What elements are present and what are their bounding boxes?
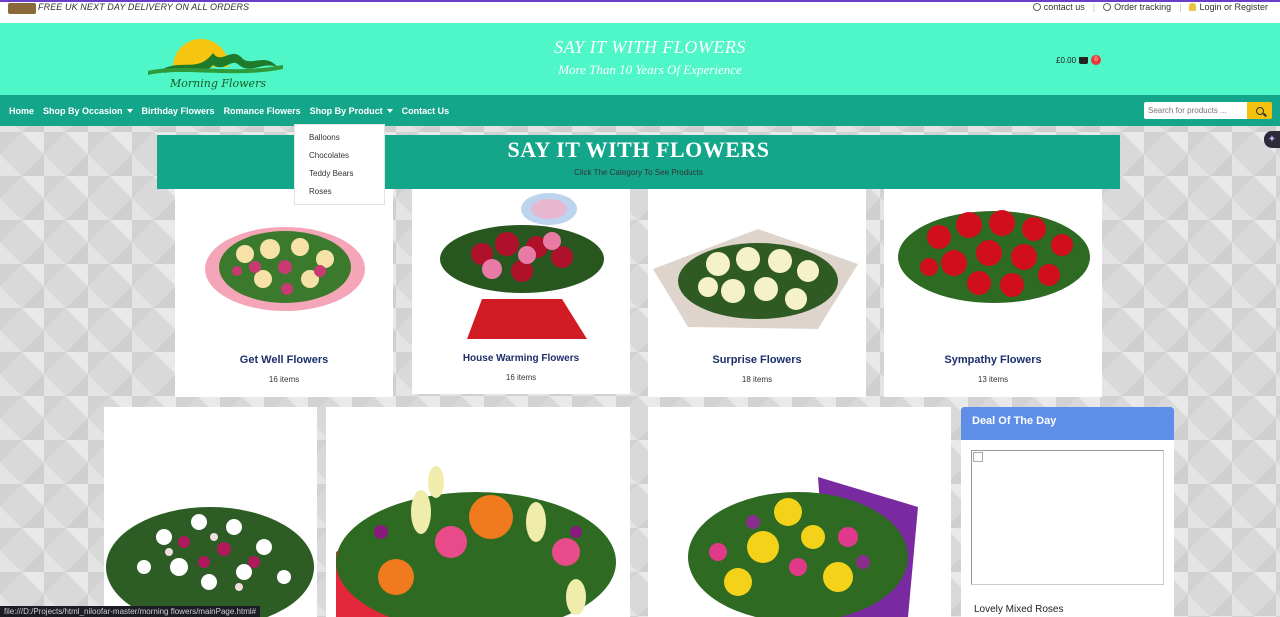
- chevron-down-icon: [386, 108, 393, 113]
- delivery-promo: FREE UK NEXT DAY DELIVERY ON ALL ORDERS: [38, 2, 250, 12]
- broken-image-icon: [973, 452, 983, 462]
- product-dropdown-menu: Balloons Chocolates Teddy Bears Roses: [294, 124, 385, 205]
- bouquet-image: [205, 227, 365, 311]
- login-link[interactable]: Login or Register: [1189, 2, 1268, 12]
- dropdown-item-roses[interactable]: Roses: [295, 186, 384, 204]
- product-image: [688, 477, 918, 617]
- category-card-house-warming[interactable]: House Warming Flowers 16 items: [412, 189, 630, 394]
- search-form: [1144, 102, 1272, 119]
- divider: |: [1179, 2, 1182, 12]
- category-name: House Warming Flowers: [462, 353, 580, 364]
- chevron-down-icon: [126, 108, 133, 113]
- product-image: [336, 466, 616, 617]
- nav-romance-flowers[interactable]: Romance Flowers: [224, 106, 301, 116]
- category-card-surprise[interactable]: Surprise Flowers 18 items: [648, 189, 866, 397]
- deal-product-image[interactable]: [971, 450, 1164, 585]
- deal-title: Deal Of The Day: [961, 407, 1174, 440]
- delivery-truck-icon: [8, 3, 36, 14]
- search-input[interactable]: [1144, 102, 1247, 119]
- contact-label: contact us: [1043, 2, 1085, 12]
- category-name: Get Well Flowers: [239, 354, 329, 366]
- bouquet-image: [440, 193, 604, 339]
- deal-of-the-day-panel: Deal Of The Day Lovely Mixed Roses: [961, 407, 1174, 617]
- nav-home[interactable]: Home: [9, 106, 34, 116]
- category-name: Sympathy Flowers: [944, 354, 1042, 366]
- category-count: 18 items: [741, 375, 773, 384]
- cart-count-badge: 0: [1091, 55, 1102, 65]
- nav-shop-by-occasion[interactable]: Shop By Occasion: [43, 106, 133, 116]
- nav-occasion-label: Shop By Occasion: [43, 105, 123, 116]
- slogan-subtitle: More Than 10 Years Of Experience: [558, 62, 742, 77]
- product-card[interactable]: [648, 407, 951, 617]
- logo-text: Morning Flowers: [170, 77, 266, 90]
- bouquet-image: [898, 210, 1090, 303]
- user-icon: [1189, 3, 1197, 11]
- browser-status-bar: file:///D:/Projects/html_niloofar-master…: [0, 606, 261, 617]
- deal-product-name[interactable]: Lovely Mixed Roses: [974, 604, 1063, 615]
- cart-icon: [1079, 56, 1089, 64]
- top-bar: FREE UK NEXT DAY DELIVERY ON ALL ORDERS …: [0, 2, 1280, 22]
- bouquet-image: [653, 229, 858, 329]
- main-navbar: Home Shop By Occasion Birthday Flowers R…: [0, 95, 1280, 126]
- category-count: 16 items: [268, 375, 300, 384]
- category-count: 16 items: [505, 373, 537, 382]
- category-count: 13 items: [977, 375, 1009, 384]
- nav-contact-us[interactable]: Contact Us: [402, 106, 450, 116]
- search-button[interactable]: [1247, 102, 1272, 119]
- tracking-label: Order tracking: [1114, 2, 1172, 12]
- dropdown-item-balloons[interactable]: Balloons: [295, 132, 384, 150]
- top-links: contact us | Order tracking | Login or R…: [1032, 2, 1268, 12]
- product-card[interactable]: [326, 407, 630, 617]
- cart-total: £0.00: [1056, 55, 1077, 65]
- category-name: Surprise Flowers: [712, 354, 802, 366]
- product-card[interactable]: [104, 407, 317, 617]
- divider: |: [1092, 2, 1096, 12]
- nav-birthday-flowers[interactable]: Birthday Flowers: [142, 106, 215, 116]
- nav-shop-by-product[interactable]: Shop By Product: [310, 106, 393, 116]
- cart-button[interactable]: £0.00 0: [1056, 55, 1102, 65]
- login-label: Login or Register: [1199, 2, 1268, 12]
- header-slogan: SAY IT WITH FLOWERS More Than 10 Years O…: [500, 37, 800, 78]
- nav-product-label: Shop By Product: [309, 105, 383, 116]
- dropdown-item-chocolates[interactable]: Chocolates: [295, 150, 384, 168]
- order-tracking-link[interactable]: Order tracking: [1103, 2, 1171, 12]
- contact-link[interactable]: contact us: [1032, 2, 1085, 12]
- category-card-sympathy[interactable]: Sympathy Flowers 13 items: [884, 189, 1102, 397]
- nav-menu: Home Shop By Occasion Birthday Flowers R…: [9, 95, 449, 126]
- sparkle-icon[interactable]: ✦: [1264, 131, 1280, 148]
- phone-icon: [1032, 3, 1041, 11]
- category-card-get-well[interactable]: Get Well Flowers 16 items: [175, 189, 393, 397]
- slogan-title: SAY IT WITH FLOWERS: [554, 37, 746, 57]
- dropdown-item-teddy-bears[interactable]: Teddy Bears: [295, 168, 384, 186]
- search-icon: [1255, 106, 1264, 115]
- site-header: Morning Flowers SAY IT WITH FLOWERS More…: [0, 22, 1280, 95]
- globe-icon: [1103, 3, 1112, 11]
- product-image: [106, 507, 314, 617]
